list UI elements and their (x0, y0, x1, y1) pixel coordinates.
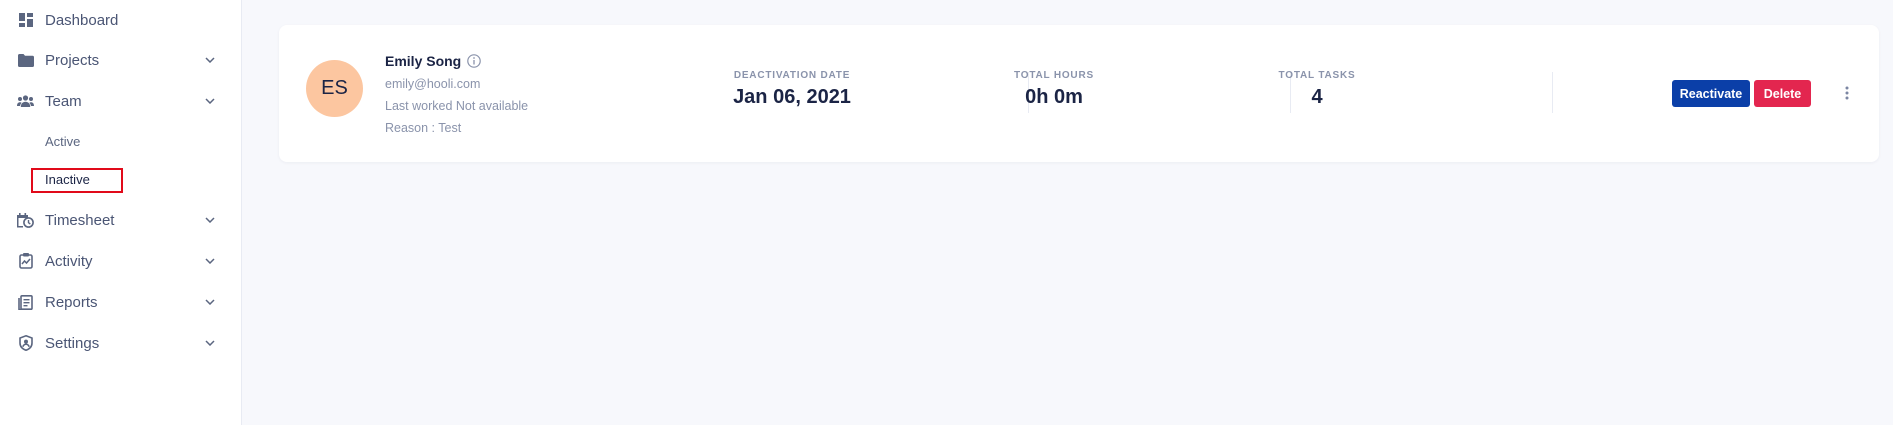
member-name: Emily Song (385, 53, 462, 69)
delete-button[interactable]: Delete (1754, 80, 1811, 107)
sidebar-item-projects[interactable]: Projects (0, 40, 242, 80)
chevron-down-icon[interactable] (204, 214, 216, 226)
member-reason: Reason : Test (385, 121, 462, 135)
sidebar: Dashboard Projects Team Active Inactive … (0, 0, 242, 425)
chevron-down-icon[interactable] (204, 95, 216, 107)
sidebar-item-dashboard[interactable]: Dashboard (0, 0, 242, 40)
member-card: ES Emily Song emily@hooli.com Last worke… (279, 25, 1879, 162)
sidebar-item-label: Activity (45, 252, 93, 270)
stat-total-hours: TOTAL HOURS 0h 0m (923, 70, 1185, 109)
chevron-down-icon[interactable] (204, 54, 216, 66)
settings-icon (17, 335, 34, 352)
team-icon (17, 93, 34, 110)
avatar: ES (306, 60, 363, 117)
sidebar-item-timesheet[interactable]: Timesheet (0, 200, 242, 240)
sidebar-item-activity[interactable]: Activity (0, 241, 242, 281)
sidebar-item-team[interactable]: Team (0, 81, 242, 121)
stat-value: Jan 06, 2021 (733, 86, 851, 108)
sidebar-item-label: Projects (45, 51, 100, 69)
timesheet-icon (17, 212, 34, 229)
chevron-down-icon[interactable] (204, 337, 216, 349)
sidebar-item-label: Timesheet (45, 211, 115, 229)
main-content: ES Emily Song emily@hooli.com Last worke… (243, 0, 1893, 425)
dashboard-icon (17, 12, 34, 29)
more-options-icon[interactable] (1841, 83, 1853, 103)
sidebar-item-label: Team (45, 92, 82, 110)
chevron-down-icon[interactable] (204, 255, 216, 267)
sidebar-item-reports[interactable]: Reports (0, 282, 242, 322)
divider (1552, 72, 1553, 113)
chevron-down-icon[interactable] (204, 296, 216, 308)
stat-label: TOTAL HOURS (1014, 70, 1094, 81)
stat-value: 4 (1311, 86, 1323, 108)
info-icon[interactable] (467, 54, 482, 68)
sidebar-item-label: Dashboard (45, 11, 119, 29)
stat-deactivation-date: DEACTIVATION DATE Jan 06, 2021 (661, 70, 923, 109)
stat-value: 0h 0m (1025, 86, 1083, 108)
folder-icon (17, 52, 34, 69)
reports-icon (17, 294, 34, 311)
avatar-initials: ES (321, 77, 348, 99)
sidebar-item-label: Settings (45, 334, 100, 352)
sidebar-item-label: Reports (45, 293, 98, 311)
sidebar-item-settings[interactable]: Settings (0, 323, 242, 363)
member-last-worked: Last worked Not available (385, 99, 529, 113)
sidebar-subitem-active[interactable]: Active (45, 134, 80, 149)
sidebar-subitem-inactive[interactable]: Inactive (45, 172, 90, 187)
stat-total-tasks: TOTAL TASKS 4 (1186, 70, 1448, 109)
member-email: emily@hooli.com (385, 77, 481, 91)
stat-label: DEACTIVATION DATE (733, 70, 851, 81)
reactivate-button[interactable]: Reactivate (1672, 80, 1750, 107)
stat-label: TOTAL TASKS (1278, 70, 1356, 81)
member-name-row: Emily Song (385, 53, 482, 69)
activity-icon (17, 253, 34, 270)
